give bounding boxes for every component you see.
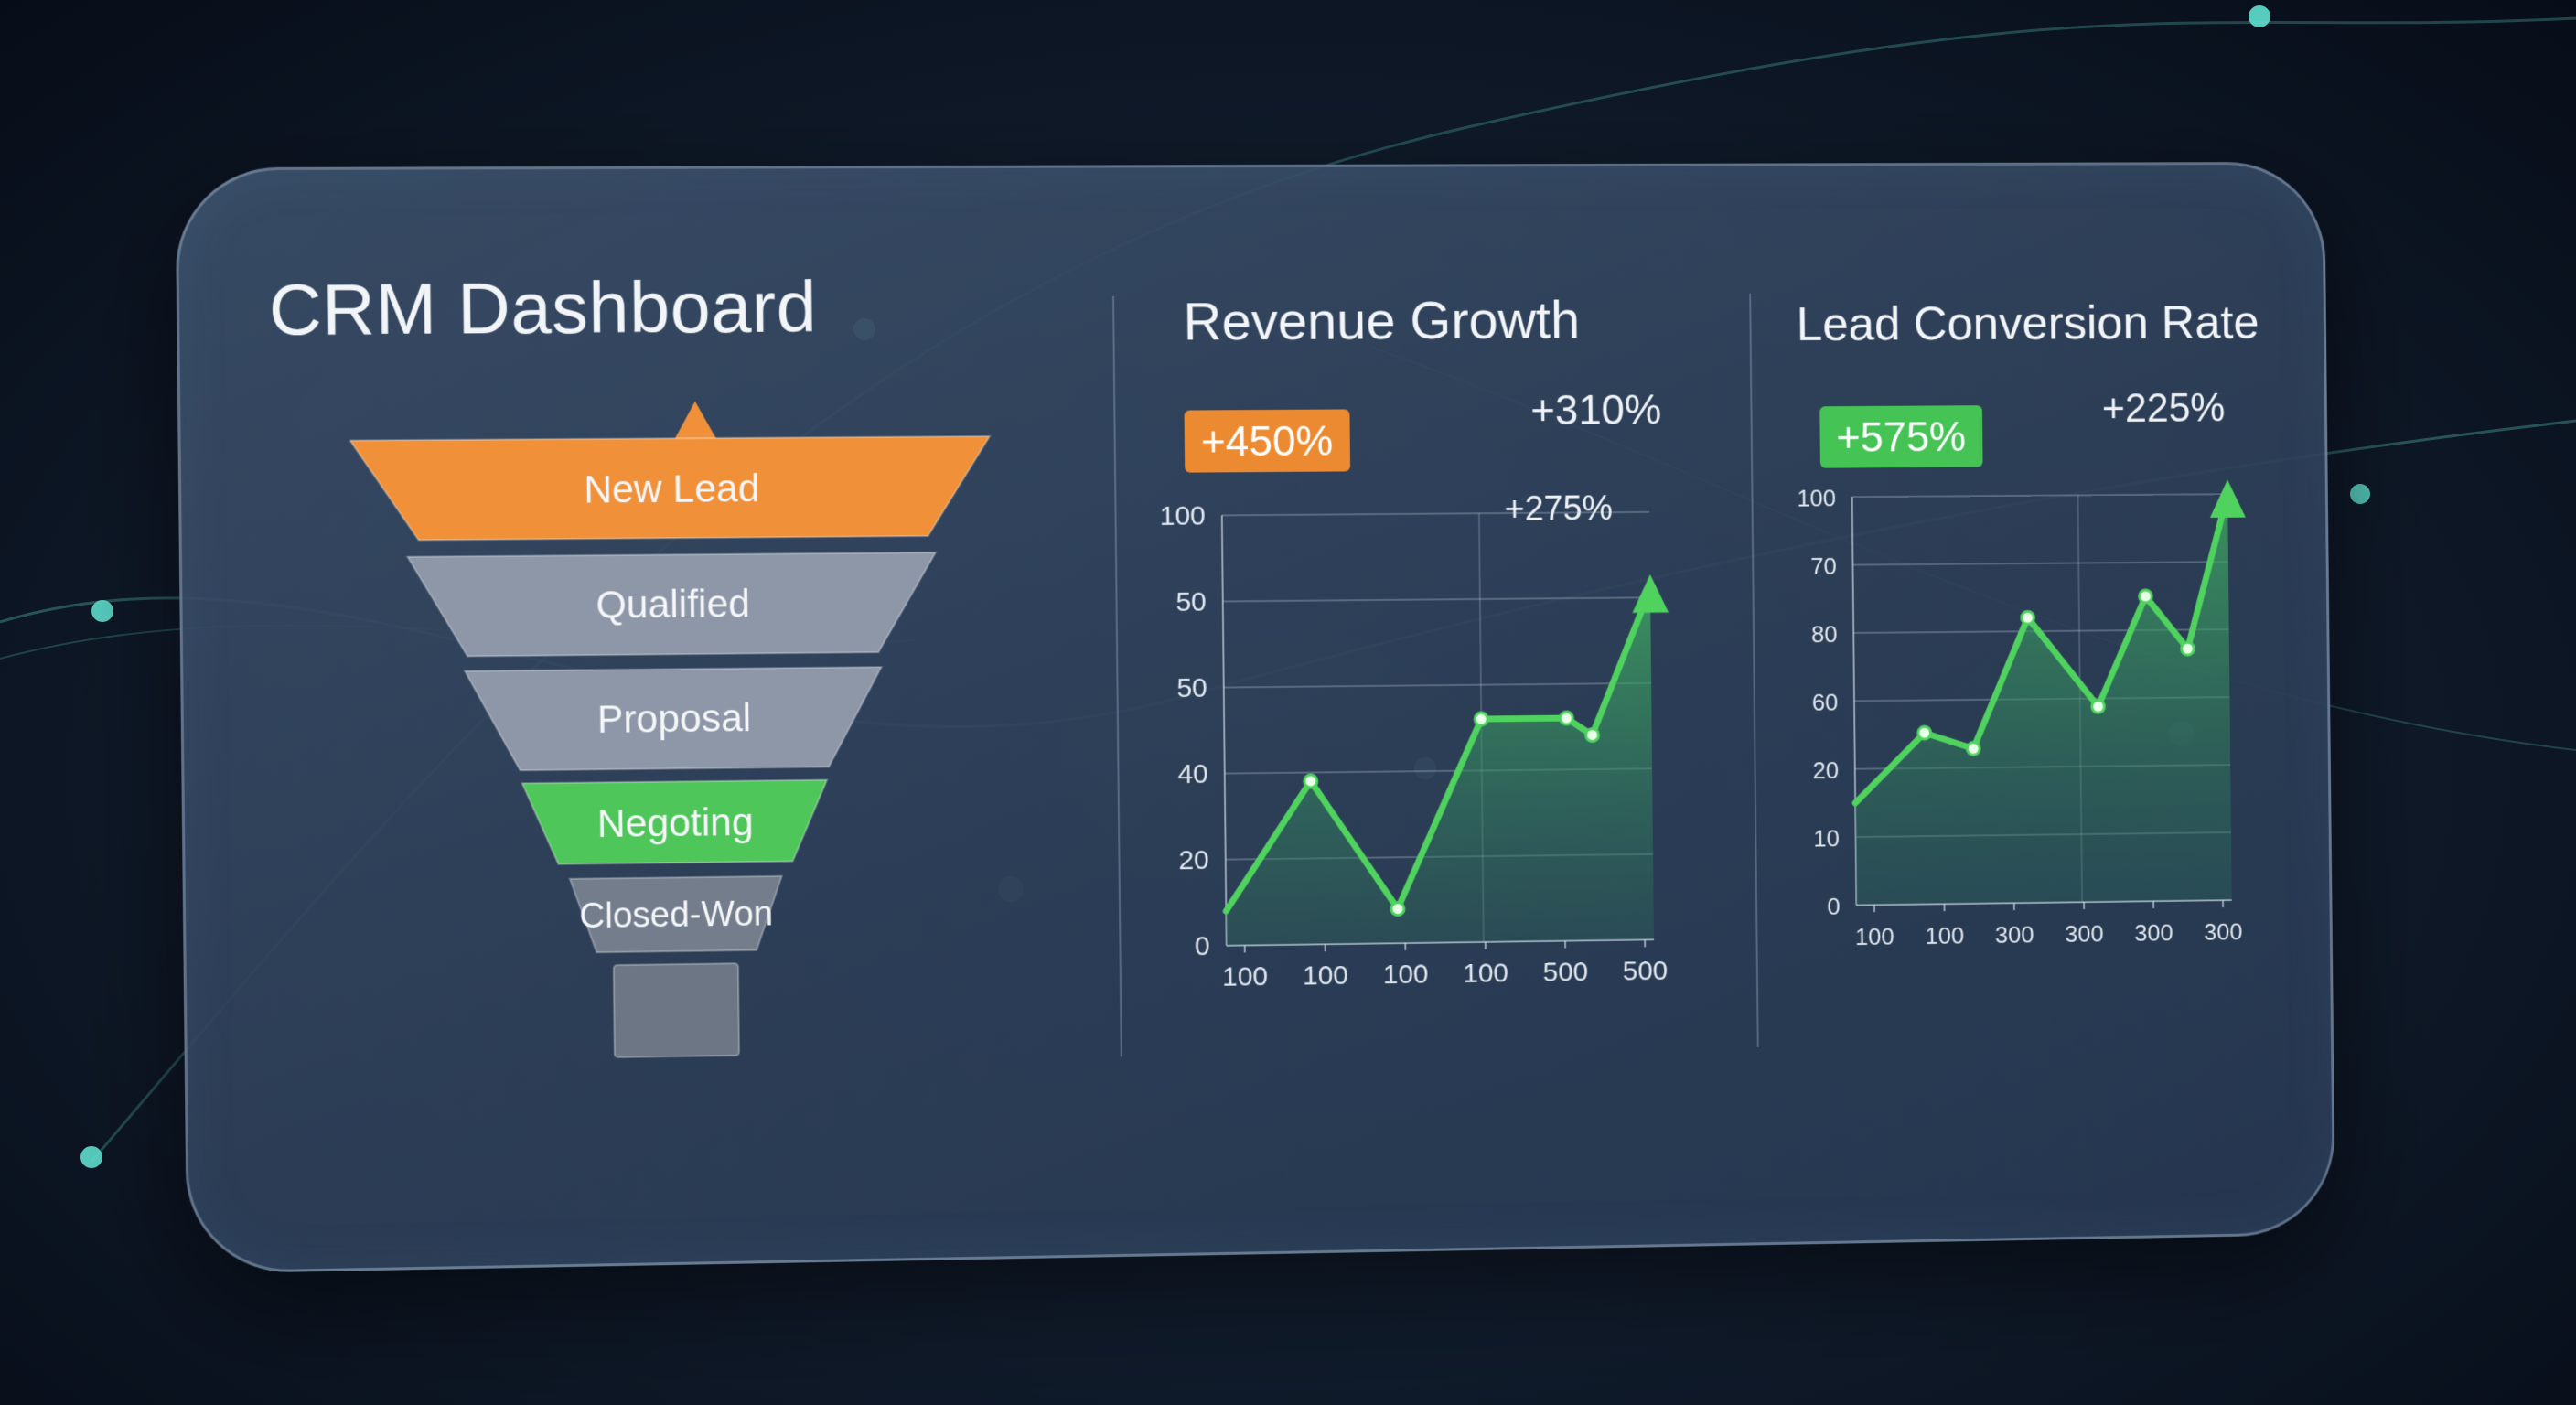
- conversion-data-point[interactable]: [2140, 590, 2152, 603]
- conversion-y-tick-label: 80: [1811, 620, 1838, 648]
- funnel-stage-closed-won[interactable]: Closed-Won: [570, 876, 783, 953]
- revenue-gridline: [1222, 512, 1649, 516]
- conversion-x-tick-label: 300: [2134, 919, 2174, 947]
- revenue-data-point[interactable]: [1304, 775, 1317, 788]
- funnel-top-arrow: [675, 402, 716, 439]
- revenue-x-tick-label: 500: [1623, 956, 1669, 986]
- conversion-x-tick-label: 300: [1995, 921, 2034, 949]
- revenue-y-tick-label: 20: [1178, 845, 1209, 875]
- revenue-chart-title: Revenue Growth: [1183, 289, 1580, 352]
- conversion-x-tick-label: 300: [2065, 920, 2104, 948]
- revenue-y-axis: [1222, 515, 1227, 945]
- revenue-y-tick-label: 100: [1159, 501, 1205, 531]
- conversion-data-point[interactable]: [2022, 611, 2034, 624]
- revenue-y-tick-label: 0: [1195, 931, 1210, 961]
- funnel-label-proposal: Proposal: [597, 696, 752, 741]
- revenue-trend-arrow: [1632, 574, 1669, 613]
- funnel-label-negotiating: Negoting: [597, 800, 754, 845]
- conversion-y-tick-label: 10: [1813, 825, 1840, 853]
- conversion-delta-top: +225%: [2102, 386, 2226, 432]
- conversion-data-point[interactable]: [2092, 700, 2105, 713]
- revenue-data-point[interactable]: [1586, 729, 1599, 742]
- revenue-badge: +450%: [1185, 409, 1350, 472]
- conversion-x-tick-label: 300: [2204, 918, 2242, 946]
- revenue-y-tick-label: 50: [1175, 587, 1207, 617]
- revenue-data-point[interactable]: [1475, 713, 1487, 725]
- revenue-area: [1223, 589, 1654, 946]
- conversion-gridline: [1852, 494, 2227, 497]
- funnel-stage-proposal[interactable]: Proposal: [465, 667, 882, 771]
- revenue-data-point[interactable]: [1560, 712, 1572, 724]
- sales-funnel: New Lead Qualified Proposal Negoting Clo…: [349, 379, 1045, 1087]
- conversion-x-tick-label: 100: [1855, 923, 1894, 950]
- divider-left: [1112, 296, 1122, 1057]
- page-title: CRM Dashboard: [268, 265, 817, 352]
- funnel-stage-qualified[interactable]: Qualified: [407, 552, 936, 657]
- revenue-x-tick-label: 100: [1463, 959, 1508, 989]
- conversion-x-tick-label: 100: [1925, 922, 1964, 949]
- conversion-y-tick-label: 60: [1812, 689, 1839, 716]
- revenue-chart: 100 50 50 40 20 0 100 100 100 100 500 500: [1157, 494, 1672, 1011]
- conversion-data-point[interactable]: [1918, 726, 1931, 739]
- funnel-label-qualified: Qualified: [596, 582, 750, 627]
- revenue-data-point[interactable]: [1391, 902, 1404, 915]
- divider-right: [1749, 294, 1759, 1047]
- revenue-delta-top: +310%: [1530, 384, 1662, 434]
- conversion-chart-title: Lead Conversion Rate: [1796, 295, 2259, 352]
- conversion-y-tick-label: 20: [1813, 756, 1840, 784]
- conversion-data-point[interactable]: [2182, 642, 2195, 655]
- conversion-data-point[interactable]: [1967, 742, 1980, 755]
- revenue-y-tick-label: 50: [1176, 673, 1208, 703]
- funnel-label-new-lead: New Lead: [584, 467, 760, 510]
- conversion-badge: +575%: [1819, 405, 1982, 468]
- funnel-label-closed-won: Closed-Won: [579, 894, 773, 936]
- conversion-gridline: [1852, 562, 2227, 564]
- funnel-stage-negotiating[interactable]: Negoting: [522, 780, 828, 865]
- revenue-y-tick-label: 40: [1177, 759, 1208, 789]
- revenue-gridline: [1224, 683, 1651, 688]
- revenue-x-tick-label: 100: [1303, 960, 1348, 991]
- conversion-trend-arrow: [2210, 479, 2246, 518]
- revenue-x-tick-label: 100: [1222, 961, 1268, 992]
- funnel-stage-new-lead[interactable]: New Lead: [350, 436, 991, 541]
- conversion-y-tick-label: 100: [1797, 485, 1836, 512]
- conversion-y-tick-label: 70: [1810, 552, 1837, 580]
- dashboard-panel: CRM Dashboard New Lead Qualified Proposa…: [175, 162, 2335, 1274]
- revenue-gridline: [1223, 597, 1650, 601]
- funnel-stage-final[interactable]: [614, 963, 739, 1057]
- conversion-chart: 10070806020100100 100 300 300 300 300: [1789, 476, 2277, 960]
- revenue-x-tick-label: 500: [1542, 957, 1588, 987]
- revenue-x-tick-label: 100: [1383, 960, 1429, 990]
- conversion-y-tick-label: 0: [1827, 893, 1841, 920]
